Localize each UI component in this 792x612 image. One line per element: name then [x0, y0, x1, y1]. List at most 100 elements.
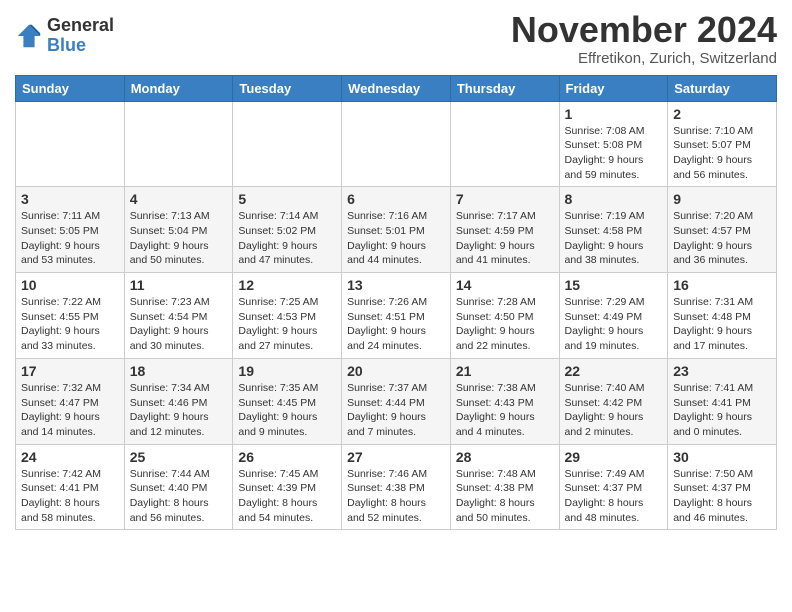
calendar-cell: 22Sunrise: 7:40 AMSunset: 4:42 PMDayligh… — [559, 358, 668, 444]
week-row-2: 3 Sunrise: 7:11 AMSunset: 5:05 PMDaylight… — [16, 187, 777, 273]
subtitle: Effretikon, Zurich, Switzerland — [511, 50, 777, 67]
day-info: Sunrise: 7:17 AMSunset: 4:59 PMDaylight:… — [456, 209, 554, 268]
logo: General Blue — [15, 16, 114, 56]
day-info: Sunrise: 7:14 AMSunset: 5:02 PMDaylight:… — [238, 209, 336, 268]
day-info: Sunrise: 7:16 AMSunset: 5:01 PMDaylight:… — [347, 209, 445, 268]
calendar-cell — [342, 101, 451, 187]
day-header-thursday: Thursday — [450, 75, 559, 101]
day-number: 11 — [130, 277, 228, 293]
day-info: Sunrise: 7:46 AMSunset: 4:38 PMDaylight:… — [347, 467, 445, 526]
calendar-table: SundayMondayTuesdayWednesdayThursdayFrid… — [15, 75, 777, 531]
calendar-cell — [124, 101, 233, 187]
day-number: 8 — [565, 191, 663, 207]
day-info: Sunrise: 7:28 AMSunset: 4:50 PMDaylight:… — [456, 295, 554, 354]
day-number: 12 — [238, 277, 336, 293]
day-number: 22 — [565, 363, 663, 379]
day-info: Sunrise: 7:26 AMSunset: 4:51 PMDaylight:… — [347, 295, 445, 354]
calendar-cell: 23 Sunrise: 7:41 AMSunset: 4:41 PMDayligh… — [668, 358, 777, 444]
calendar-cell: 13Sunrise: 7:26 AMSunset: 4:51 PMDayligh… — [342, 273, 451, 359]
day-header-saturday: Saturday — [668, 75, 777, 101]
calendar-cell: 20 Sunrise: 7:37 AMSunset: 4:44 PMDayligh… — [342, 358, 451, 444]
calendar-cell: 8 Sunrise: 7:19 AMSunset: 4:58 PMDaylight… — [559, 187, 668, 273]
day-info: Sunrise: 7:50 AMSunset: 4:37 PMDaylight:… — [673, 467, 771, 526]
calendar-cell: 9 Sunrise: 7:20 AMSunset: 4:57 PMDaylight… — [668, 187, 777, 273]
calendar-cell: 29Sunrise: 7:49 AMSunset: 4:37 PMDayligh… — [559, 444, 668, 530]
day-number: 28 — [456, 449, 554, 465]
calendar-cell: 30 Sunrise: 7:50 AMSunset: 4:37 PMDayligh… — [668, 444, 777, 530]
day-number: 7 — [456, 191, 554, 207]
logo-icon — [15, 22, 43, 50]
calendar-cell: 1 Sunrise: 7:08 AMSunset: 5:08 PMDaylight… — [559, 101, 668, 187]
calendar-cell: 27Sunrise: 7:46 AMSunset: 4:38 PMDayligh… — [342, 444, 451, 530]
day-info: Sunrise: 7:31 AMSunset: 4:48 PMDaylight:… — [673, 295, 771, 354]
day-info: Sunrise: 7:42 AMSunset: 4:41 PMDaylight:… — [21, 467, 119, 526]
calendar-cell: 7 Sunrise: 7:17 AMSunset: 4:59 PMDaylight… — [450, 187, 559, 273]
day-info: Sunrise: 7:22 AMSunset: 4:55 PMDaylight:… — [21, 295, 119, 354]
day-info: Sunrise: 7:10 AMSunset: 5:07 PMDaylight:… — [673, 124, 771, 183]
day-header-friday: Friday — [559, 75, 668, 101]
day-number: 10 — [21, 277, 119, 293]
day-info: Sunrise: 7:08 AMSunset: 5:08 PMDaylight:… — [565, 124, 663, 183]
day-header-monday: Monday — [124, 75, 233, 101]
day-info: Sunrise: 7:49 AMSunset: 4:37 PMDaylight:… — [565, 467, 663, 526]
day-info: Sunrise: 7:41 AMSunset: 4:41 PMDaylight:… — [673, 381, 771, 440]
calendar-cell: 6 Sunrise: 7:16 AMSunset: 5:01 PMDaylight… — [342, 187, 451, 273]
calendar-cell: 25Sunrise: 7:44 AMSunset: 4:40 PMDayligh… — [124, 444, 233, 530]
day-header-wednesday: Wednesday — [342, 75, 451, 101]
calendar-cell: 11Sunrise: 7:23 AMSunset: 4:54 PMDayligh… — [124, 273, 233, 359]
day-info: Sunrise: 7:45 AMSunset: 4:39 PMDaylight:… — [238, 467, 336, 526]
week-row-3: 10 Sunrise: 7:22 AMSunset: 4:55 PMDayligh… — [16, 273, 777, 359]
day-number: 17 — [21, 363, 119, 379]
day-number: 18 — [130, 363, 228, 379]
calendar-cell: 28Sunrise: 7:48 AMSunset: 4:38 PMDayligh… — [450, 444, 559, 530]
header: General Blue November 2024 Effretikon, Z… — [15, 10, 777, 67]
calendar-cell — [16, 101, 125, 187]
header-row: SundayMondayTuesdayWednesdayThursdayFrid… — [16, 75, 777, 101]
day-number: 2 — [673, 106, 771, 122]
day-number: 30 — [673, 449, 771, 465]
week-row-1: 1 Sunrise: 7:08 AMSunset: 5:08 PMDaylight… — [16, 101, 777, 187]
week-row-5: 24Sunrise: 7:42 AMSunset: 4:41 PMDayligh… — [16, 444, 777, 530]
day-info: Sunrise: 7:29 AMSunset: 4:49 PMDaylight:… — [565, 295, 663, 354]
day-info: Sunrise: 7:35 AMSunset: 4:45 PMDaylight:… — [238, 381, 336, 440]
calendar-cell: 14Sunrise: 7:28 AMSunset: 4:50 PMDayligh… — [450, 273, 559, 359]
calendar-cell: 26Sunrise: 7:45 AMSunset: 4:39 PMDayligh… — [233, 444, 342, 530]
day-number: 5 — [238, 191, 336, 207]
calendar-cell: 12 Sunrise: 7:25 AMSunset: 4:53 PMDayligh… — [233, 273, 342, 359]
day-number: 3 — [21, 191, 119, 207]
logo-general: General — [47, 16, 114, 36]
calendar-cell: 19Sunrise: 7:35 AMSunset: 4:45 PMDayligh… — [233, 358, 342, 444]
day-info: Sunrise: 7:25 AMSunset: 4:53 PMDaylight:… — [238, 295, 336, 354]
day-number: 4 — [130, 191, 228, 207]
day-info: Sunrise: 7:11 AMSunset: 5:05 PMDaylight:… — [21, 209, 119, 268]
day-number: 25 — [130, 449, 228, 465]
calendar-cell: 10 Sunrise: 7:22 AMSunset: 4:55 PMDayligh… — [16, 273, 125, 359]
calendar-cell: 16 Sunrise: 7:31 AMSunset: 4:48 PMDayligh… — [668, 273, 777, 359]
day-info: Sunrise: 7:37 AMSunset: 4:44 PMDaylight:… — [347, 381, 445, 440]
calendar-cell: 17 Sunrise: 7:32 AMSunset: 4:47 PMDayligh… — [16, 358, 125, 444]
day-number: 1 — [565, 106, 663, 122]
day-number: 20 — [347, 363, 445, 379]
day-info: Sunrise: 7:20 AMSunset: 4:57 PMDaylight:… — [673, 209, 771, 268]
title-section: November 2024 Effretikon, Zurich, Switze… — [511, 10, 777, 67]
page: General Blue November 2024 Effretikon, Z… — [0, 0, 792, 545]
day-number: 9 — [673, 191, 771, 207]
day-info: Sunrise: 7:32 AMSunset: 4:47 PMDaylight:… — [21, 381, 119, 440]
calendar-cell: 3 Sunrise: 7:11 AMSunset: 5:05 PMDaylight… — [16, 187, 125, 273]
day-number: 21 — [456, 363, 554, 379]
day-number: 6 — [347, 191, 445, 207]
calendar-cell: 4Sunrise: 7:13 AMSunset: 5:04 PMDaylight… — [124, 187, 233, 273]
day-info: Sunrise: 7:38 AMSunset: 4:43 PMDaylight:… — [456, 381, 554, 440]
day-number: 16 — [673, 277, 771, 293]
calendar-cell: 5 Sunrise: 7:14 AMSunset: 5:02 PMDaylight… — [233, 187, 342, 273]
day-info: Sunrise: 7:19 AMSunset: 4:58 PMDaylight:… — [565, 209, 663, 268]
calendar-cell: 21 Sunrise: 7:38 AMSunset: 4:43 PMDayligh… — [450, 358, 559, 444]
logo-blue: Blue — [47, 36, 114, 56]
logo-text: General Blue — [47, 16, 114, 56]
week-row-4: 17 Sunrise: 7:32 AMSunset: 4:47 PMDayligh… — [16, 358, 777, 444]
calendar-cell — [450, 101, 559, 187]
calendar-cell: 15Sunrise: 7:29 AMSunset: 4:49 PMDayligh… — [559, 273, 668, 359]
day-header-sunday: Sunday — [16, 75, 125, 101]
calendar-cell: 18Sunrise: 7:34 AMSunset: 4:46 PMDayligh… — [124, 358, 233, 444]
day-number: 23 — [673, 363, 771, 379]
